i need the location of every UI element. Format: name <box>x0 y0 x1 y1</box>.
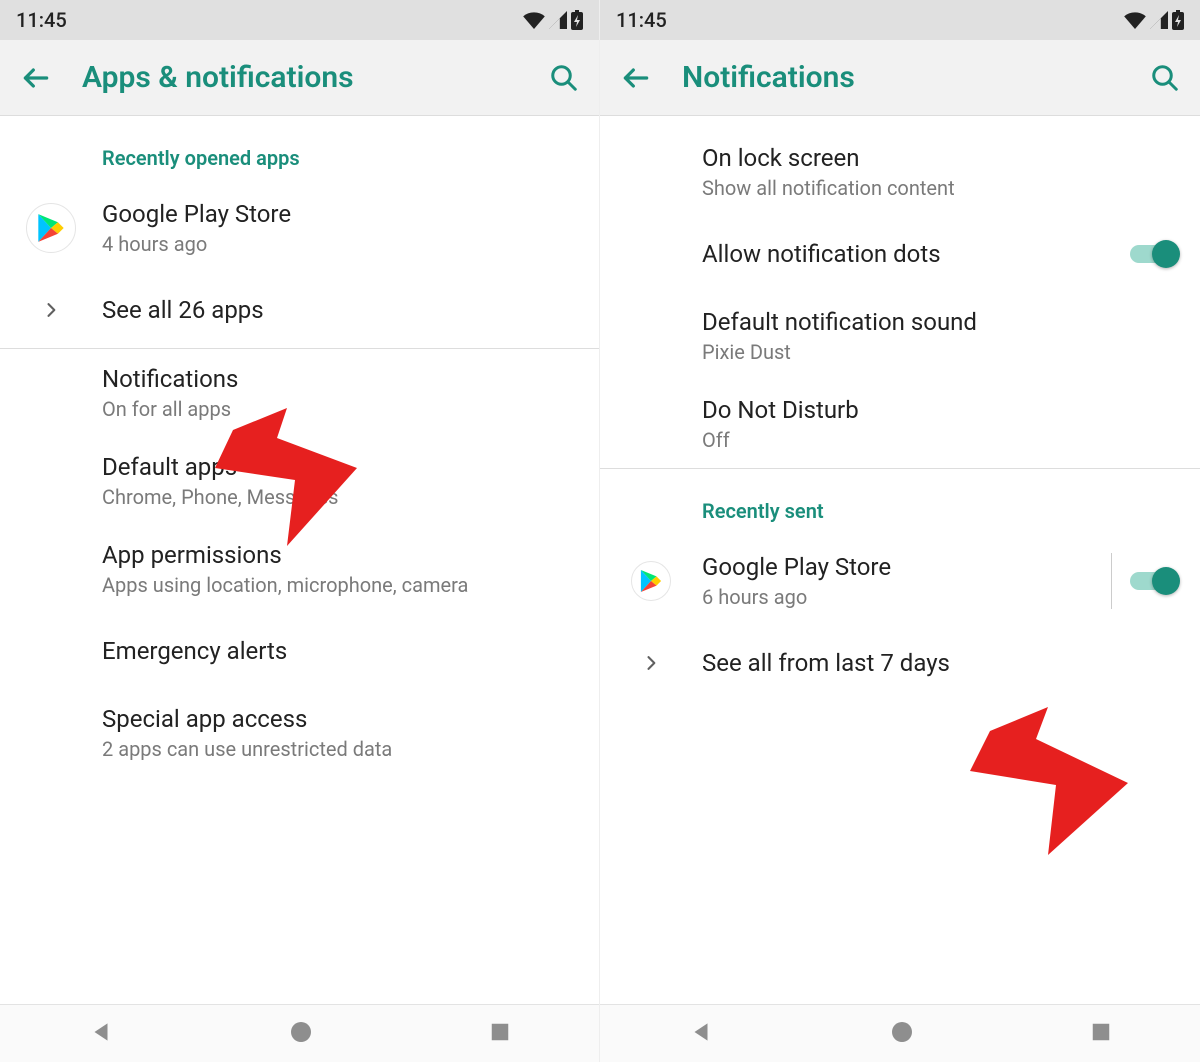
section-header-recent: Recently opened apps <box>0 116 599 184</box>
status-icons <box>523 10 583 30</box>
back-icon[interactable] <box>20 62 52 94</box>
row-see-all-7-days[interactable]: See all from last 7 days <box>600 625 1200 701</box>
toggle-recent-app[interactable] <box>1130 567 1180 595</box>
row-notifications[interactable]: Notifications On for all apps <box>0 349 599 437</box>
page-title: Apps & notifications <box>82 60 549 95</box>
phone-left: 11:45 Apps & notifications Recently open… <box>0 0 600 1062</box>
search-icon[interactable] <box>549 63 579 93</box>
lockscreen-title: On lock screen <box>702 144 1180 172</box>
signal-icon <box>549 11 567 29</box>
dnd-subtitle: Off <box>702 428 1180 452</box>
permissions-title: App permissions <box>102 541 579 569</box>
phone-right: 11:45 Notifications On lock screen Show <box>600 0 1200 1062</box>
see-all-label: See all from last 7 days <box>702 649 1180 677</box>
row-lock-screen[interactable]: On lock screen Show all notification con… <box>600 116 1200 216</box>
dots-title: Allow notification dots <box>702 240 1130 268</box>
recent-app-title: Google Play Store <box>702 553 1093 581</box>
sound-title: Default notification sound <box>702 308 1180 336</box>
section-header-recent: Recently sent <box>600 469 1200 537</box>
battery-charging-icon <box>1172 10 1184 30</box>
row-see-all-apps[interactable]: See all 26 apps <box>0 272 599 348</box>
special-title: Special app access <box>102 705 579 733</box>
notifications-subtitle: On for all apps <box>102 397 579 421</box>
default-apps-title: Default apps <box>102 453 579 481</box>
status-icons <box>1124 10 1184 30</box>
permissions-subtitle: Apps using location, microphone, camera <box>102 573 579 597</box>
nav-back-icon[interactable] <box>88 1019 114 1049</box>
row-dnd[interactable]: Do Not Disturb Off <box>600 380 1200 468</box>
nav-home-icon[interactable] <box>289 1020 313 1048</box>
nav-recents-icon[interactable] <box>1090 1021 1112 1047</box>
app-bar: Notifications <box>600 40 1200 116</box>
play-store-icon <box>26 203 76 253</box>
row-notification-dots[interactable]: Allow notification dots <box>600 216 1200 292</box>
nav-back-icon[interactable] <box>688 1019 714 1049</box>
row-recent-app[interactable]: Google Play Store 4 hours ago <box>0 184 599 272</box>
row-app-permissions[interactable]: App permissions Apps using location, mic… <box>0 525 599 613</box>
row-recent-app[interactable]: Google Play Store 6 hours ago <box>600 537 1200 625</box>
nav-bar <box>600 1004 1200 1062</box>
sound-subtitle: Pixie Dust <box>702 340 1180 364</box>
emergency-title: Emergency alerts <box>102 637 579 665</box>
status-time: 11:45 <box>616 8 667 32</box>
status-bar: 11:45 <box>0 0 599 40</box>
play-store-icon <box>631 561 671 601</box>
content: On lock screen Show all notification con… <box>600 116 1200 1004</box>
lockscreen-subtitle: Show all notification content <box>702 176 1180 200</box>
recent-app-subtitle: 6 hours ago <box>702 585 1093 609</box>
recent-app-title: Google Play Store <box>102 200 579 228</box>
back-icon[interactable] <box>620 62 652 94</box>
chevron-right-icon <box>41 300 61 320</box>
recent-app-subtitle: 4 hours ago <box>102 232 579 256</box>
notifications-title: Notifications <box>102 365 579 393</box>
chevron-right-icon <box>641 653 661 673</box>
row-default-sound[interactable]: Default notification sound Pixie Dust <box>600 292 1200 380</box>
special-subtitle: 2 apps can use unrestricted data <box>102 737 579 761</box>
app-bar: Apps & notifications <box>0 40 599 116</box>
status-bar: 11:45 <box>600 0 1200 40</box>
row-emergency-alerts[interactable]: Emergency alerts <box>0 613 599 689</box>
row-default-apps[interactable]: Default apps Chrome, Phone, Messages <box>0 437 599 525</box>
default-apps-subtitle: Chrome, Phone, Messages <box>102 485 579 509</box>
search-icon[interactable] <box>1150 63 1180 93</box>
row-special-access[interactable]: Special app access 2 apps can use unrest… <box>0 689 599 777</box>
page-title: Notifications <box>682 60 1150 95</box>
nav-recents-icon[interactable] <box>489 1021 511 1047</box>
nav-bar <box>0 1004 599 1062</box>
wifi-icon <box>523 11 545 29</box>
dnd-title: Do Not Disturb <box>702 396 1180 424</box>
nav-home-icon[interactable] <box>890 1020 914 1048</box>
toggle-notification-dots[interactable] <box>1130 240 1180 268</box>
vertical-separator <box>1111 553 1112 609</box>
status-time: 11:45 <box>16 8 67 32</box>
signal-icon <box>1150 11 1168 29</box>
wifi-icon <box>1124 11 1146 29</box>
content: Recently opened apps Google Play Store 4… <box>0 116 599 1004</box>
battery-charging-icon <box>571 10 583 30</box>
see-all-label: See all 26 apps <box>102 296 579 324</box>
